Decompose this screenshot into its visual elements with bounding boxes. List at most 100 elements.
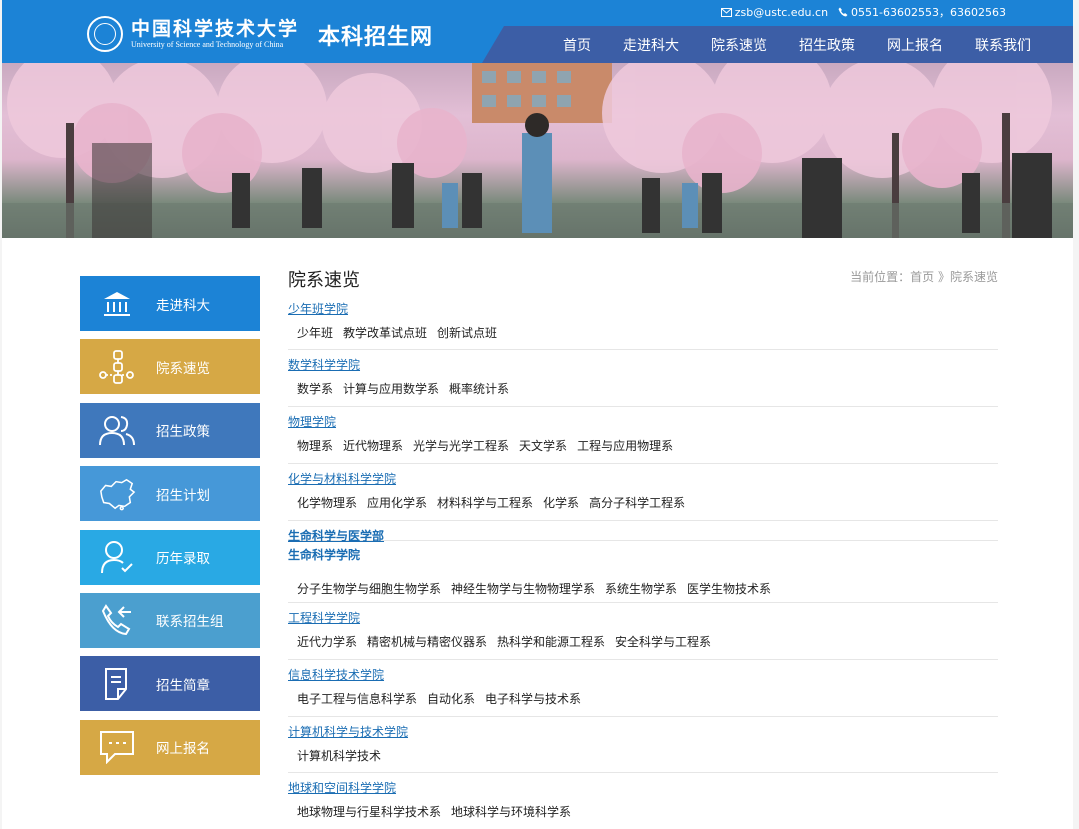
school-item: 工程科学学院 近代力学系 精密机械与精密仪器系 热科学和能源工程系 安全科学与工… xyxy=(288,603,998,660)
sidebar-item-policy[interactable]: 招生政策 xyxy=(80,402,260,458)
dept-item[interactable]: 近代力学系 xyxy=(297,633,357,650)
school-link[interactable]: 物理学院 xyxy=(288,413,336,430)
school-link[interactable]: 少年班学院 xyxy=(288,300,348,317)
university-logo[interactable]: 中国科学技术大学 University of Science and Techn… xyxy=(87,14,299,54)
university-seal-icon xyxy=(87,16,123,52)
school-link[interactable]: 信息科学技术学院 xyxy=(288,666,384,683)
school-item: 数学科学学院 数学系 计算与应用数学系 概率统计系 xyxy=(288,350,998,407)
school-item: 生命科学学院 分子生物学与细胞生物学系 神经生物学与生物物理学系 系统生物学系 … xyxy=(288,541,998,603)
sidebar-item-departments[interactable]: 院系速览 xyxy=(80,339,260,395)
school-list: 少年班学院 少年班 教学改革试点班 创新试点班 数学科学学院 数学系 计算与应用… xyxy=(288,298,998,829)
school-link[interactable]: 计算机科学与技术学院 xyxy=(288,723,408,740)
main-nav: 首页 走进科大 院系速览 招生政策 网上报名 联系我们 xyxy=(547,26,1047,63)
breadcrumb[interactable]: 当前位置：首页 》院系速览 xyxy=(850,268,998,285)
document-icon xyxy=(98,665,136,703)
nav-apply[interactable]: 网上报名 xyxy=(871,35,959,55)
network-icon xyxy=(98,348,136,386)
dept-item[interactable]: 教学改革试点班 xyxy=(343,324,427,341)
site-header: 中国科学技术大学 University of Science and Techn… xyxy=(2,0,1073,63)
sidebar-label: 招生简章 xyxy=(156,677,210,694)
dept-item[interactable]: 神经生物学与生物物理学系 xyxy=(451,580,595,597)
sidebar-label: 网上报名 xyxy=(156,741,210,758)
school-item: 少年班学院 少年班 教学改革试点班 创新试点班 xyxy=(288,298,998,350)
dept-item[interactable]: 应用化学系 xyxy=(367,494,427,511)
sidebar-label: 招生计划 xyxy=(156,487,210,504)
school-link[interactable]: 化学与材料科学学院 xyxy=(288,470,396,487)
logo-english-name: University of Science and Technology of … xyxy=(131,40,284,49)
dept-item[interactable]: 高分子科学工程系 xyxy=(589,494,685,511)
sidebar-item-about[interactable]: 走进科大 xyxy=(80,276,260,331)
sidebar-label: 联系招生组 xyxy=(156,614,224,631)
logo-chinese-name: 中国科学技术大学 xyxy=(131,18,300,40)
sidebar-item-contact-group[interactable]: 联系招生组 xyxy=(80,592,260,648)
school-link[interactable]: 生命科学与医学部 xyxy=(288,527,384,544)
nav-departments[interactable]: 院系速览 xyxy=(695,35,783,55)
sidebar-label: 院系速览 xyxy=(156,360,210,377)
dept-item[interactable]: 电子工程与信息科学系 xyxy=(297,690,417,707)
dept-item[interactable]: 少年班 xyxy=(297,324,333,341)
dept-item[interactable]: 计算机科学技术 xyxy=(297,747,381,764)
dept-item[interactable]: 化学系 xyxy=(543,494,579,511)
school-link[interactable]: 工程科学学院 xyxy=(288,609,360,626)
school-item: 信息科学技术学院 电子工程与信息科学系 自动化系 电子科学与技术系 xyxy=(288,660,998,717)
user-check-icon xyxy=(98,538,136,576)
dept-item[interactable]: 安全科学与工程系 xyxy=(615,633,711,650)
dept-item[interactable]: 精密机械与精密仪器系 xyxy=(367,633,487,650)
sidebar-label: 历年录取 xyxy=(156,551,210,568)
dept-item[interactable]: 创新试点班 xyxy=(437,324,497,341)
school-item: 计算机科学与技术学院 计算机科学技术 xyxy=(288,717,998,773)
main-content: 院系速览 当前位置：首页 》院系速览 少年班学院 少年班 教学改革试点班 创新试… xyxy=(288,262,998,829)
nav-policy[interactable]: 招生政策 xyxy=(783,35,871,55)
sidebar: 走进科大 院系速览 招生政策 招生计划 历年录取 联系招生组 招生简章 网上报名 xyxy=(80,276,260,783)
dept-item[interactable]: 近代物理系 xyxy=(343,437,403,454)
dept-item[interactable]: 物理系 xyxy=(297,437,333,454)
dept-item[interactable]: 概率统计系 xyxy=(449,380,509,397)
sidebar-item-online-apply[interactable]: 网上报名 xyxy=(80,719,260,775)
dept-item[interactable]: 电子科学与技术系 xyxy=(485,690,581,707)
dept-item[interactable]: 天文学系 xyxy=(519,437,567,454)
banner-image xyxy=(2,63,1073,238)
dept-item[interactable]: 系统生物学系 xyxy=(605,580,677,597)
banner-photo xyxy=(2,63,1073,238)
school-item: 化学与材料科学学院 化学物理系 应用化学系 材料科学与工程系 化学系 高分子科学… xyxy=(288,464,998,521)
contact-info: zsb@ustc.edu.cn 0551-63602553，63602563 xyxy=(711,4,1006,20)
nav-contact[interactable]: 联系我们 xyxy=(959,35,1047,55)
school-item: 物理学院 物理系 近代物理系 光学与光学工程系 天文学系 工程与应用物理系 xyxy=(288,407,998,464)
sidebar-item-brochure[interactable]: 招生简章 xyxy=(80,656,260,712)
dept-item[interactable]: 数学系 xyxy=(297,380,333,397)
email-icon xyxy=(720,7,732,17)
dept-item[interactable]: 分子生物学与细胞生物学系 xyxy=(297,580,441,597)
dept-item[interactable]: 工程与应用物理系 xyxy=(577,437,673,454)
page: 中国科学技术大学 University of Science and Techn… xyxy=(2,0,1073,829)
sidebar-item-admission-history[interactable]: 历年录取 xyxy=(80,529,260,585)
school-item: 地球和空间科学学院 地球物理与行星科学技术系 地球科学与环境科学系 xyxy=(288,773,998,829)
nav-about[interactable]: 走进科大 xyxy=(607,35,695,55)
school-link[interactable]: 数学科学学院 xyxy=(288,356,360,373)
dept-item[interactable]: 材料科学与工程系 xyxy=(437,494,533,511)
sidebar-label: 招生政策 xyxy=(156,424,210,441)
phone-icon xyxy=(98,601,136,639)
site-title[interactable]: 本科招生网 xyxy=(318,19,433,51)
sidebar-item-plan[interactable]: 招生计划 xyxy=(80,466,260,522)
dept-item[interactable]: 地球科学与环境科学系 xyxy=(451,803,571,820)
school-link[interactable]: 地球和空间科学学院 xyxy=(288,779,396,796)
school-link[interactable]: 生命科学学院 xyxy=(288,546,360,563)
school-item: 生命科学与医学部 xyxy=(288,521,998,544)
contact-phone: 0551-63602553，63602563 xyxy=(851,6,1006,19)
chat-icon xyxy=(98,728,136,766)
dept-item[interactable]: 热科学和能源工程系 xyxy=(497,633,605,650)
contact-email[interactable]: zsb@ustc.edu.cn xyxy=(735,6,828,19)
dept-item[interactable]: 地球物理与行星科学技术系 xyxy=(297,803,441,820)
dept-item[interactable]: 计算与应用数学系 xyxy=(343,380,439,397)
dept-item[interactable]: 化学物理系 xyxy=(297,494,357,511)
dept-item[interactable]: 光学与光学工程系 xyxy=(413,437,509,454)
sidebar-label: 走进科大 xyxy=(156,297,210,314)
nav-home[interactable]: 首页 xyxy=(547,35,607,55)
phone-small-icon xyxy=(838,7,848,17)
china-map-icon xyxy=(98,475,136,513)
dept-item[interactable]: 医学生物技术系 xyxy=(687,580,771,597)
building-icon xyxy=(98,285,136,323)
users-icon xyxy=(98,411,136,449)
page-background: 中国科学技术大学 University of Science and Techn… xyxy=(0,0,1079,829)
dept-item[interactable]: 自动化系 xyxy=(427,690,475,707)
